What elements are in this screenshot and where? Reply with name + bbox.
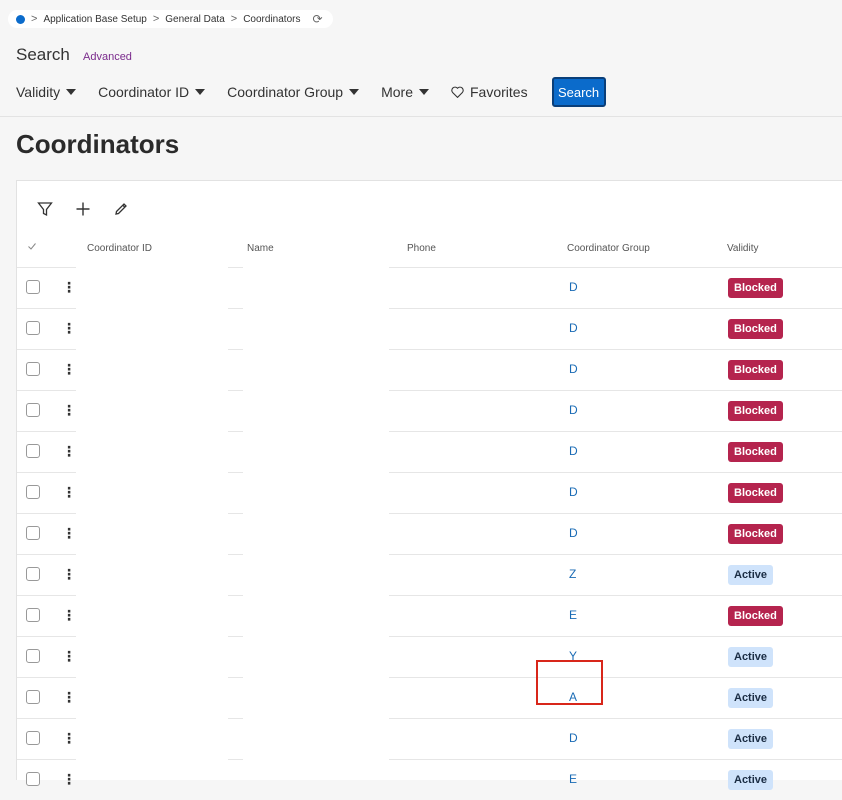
favorites-button[interactable]: Favorites — [451, 84, 528, 100]
select-all-checkmark-icon[interactable] — [27, 241, 37, 254]
highlight-box — [536, 660, 603, 705]
coordinator-group-link[interactable]: D — [569, 362, 578, 376]
validity-badge: Blocked — [728, 360, 783, 380]
row-checkbox[interactable] — [26, 280, 40, 294]
column-header-coordinator-group[interactable]: Coordinator Group — [567, 243, 650, 254]
row-checkbox[interactable] — [26, 567, 40, 581]
row-menu-icon[interactable]: ⋮ — [62, 361, 76, 377]
filter-label: Coordinator Group — [227, 84, 344, 100]
breadcrumb: > Application Base Setup > General Data … — [8, 10, 333, 28]
filter-more[interactable]: More — [381, 84, 429, 100]
validity-badge: Active — [728, 565, 774, 585]
row-checkbox[interactable] — [26, 526, 40, 540]
validity-badge: Blocked — [728, 483, 783, 503]
validity-badge: Blocked — [728, 442, 783, 462]
caret-down-icon — [66, 89, 77, 95]
chevron-right-icon: > — [152, 13, 160, 25]
chevron-right-icon: > — [31, 13, 38, 25]
coordinator-group-link[interactable]: D — [569, 444, 578, 458]
page-title: Coordinators — [16, 129, 180, 159]
breadcrumb-item-application-base-setup[interactable]: Application Base Setup — [43, 14, 146, 25]
validity-badge: Active — [728, 729, 774, 749]
redaction-block — [76, 264, 228, 779]
heart-icon — [451, 86, 464, 98]
divider — [0, 116, 842, 117]
validity-badge: Active — [728, 688, 774, 708]
filter-label: Coordinator ID — [98, 84, 190, 100]
home-icon[interactable] — [16, 14, 25, 24]
coordinator-group-link[interactable]: D — [569, 321, 578, 335]
coordinator-group-link[interactable]: D — [569, 280, 578, 294]
filter-label: More — [381, 84, 413, 100]
refresh-icon[interactable]: ⟳ — [312, 12, 322, 26]
chevron-right-icon: > — [230, 13, 238, 25]
validity-badge: Active — [728, 770, 774, 790]
row-menu-icon[interactable]: ⋮ — [62, 607, 76, 623]
caret-down-icon — [195, 89, 206, 95]
validity-badge: Blocked — [728, 319, 783, 339]
row-checkbox[interactable] — [26, 444, 40, 458]
search-button[interactable]: Search — [551, 77, 606, 107]
row-menu-icon[interactable]: ⋮ — [62, 689, 76, 705]
row-menu-icon[interactable]: ⋮ — [62, 320, 76, 336]
column-header-name[interactable]: Name — [247, 243, 274, 254]
add-icon[interactable] — [73, 199, 93, 219]
caret-down-icon — [419, 89, 429, 95]
row-menu-icon[interactable]: ⋮ — [62, 566, 76, 582]
coordinator-group-link[interactable]: D — [569, 731, 578, 745]
filter-coordinator-group[interactable]: Coordinator Group — [227, 84, 360, 100]
column-header-coordinator-id[interactable]: Coordinator ID — [87, 243, 152, 254]
column-header-phone[interactable]: Phone — [407, 243, 436, 254]
row-menu-icon[interactable]: ⋮ — [62, 279, 76, 295]
row-checkbox[interactable] — [26, 690, 40, 704]
search-title: Search — [16, 45, 70, 64]
row-checkbox[interactable] — [26, 362, 40, 376]
filter-validity[interactable]: Validity — [16, 84, 77, 100]
filter-label: Validity — [16, 84, 61, 100]
caret-down-icon — [349, 89, 360, 95]
filter-coordinator-id[interactable]: Coordinator ID — [98, 84, 206, 100]
row-checkbox[interactable] — [26, 608, 40, 622]
coordinator-group-link[interactable]: D — [569, 485, 578, 499]
row-menu-icon[interactable]: ⋮ — [62, 443, 76, 459]
coordinator-group-link[interactable]: E — [569, 608, 577, 622]
coordinator-group-link[interactable]: D — [569, 403, 578, 417]
row-checkbox[interactable] — [26, 731, 40, 745]
filter-icon[interactable] — [35, 199, 55, 219]
validity-badge: Active — [728, 647, 774, 667]
table-toolbar — [35, 199, 131, 219]
validity-badge: Blocked — [728, 278, 783, 298]
favorites-label: Favorites — [470, 84, 528, 100]
table-header: Coordinator ID Name Phone Coordinator Gr… — [17, 239, 842, 267]
redaction-block — [243, 266, 389, 779]
row-menu-icon[interactable]: ⋮ — [62, 730, 76, 746]
row-checkbox[interactable] — [26, 772, 40, 786]
validity-badge: Blocked — [728, 401, 783, 421]
breadcrumb-item-coordinators[interactable]: Coordinators — [243, 14, 300, 25]
breadcrumb-item-general-data[interactable]: General Data — [165, 14, 224, 25]
filter-bar: Validity Coordinator ID Coordinator Grou… — [16, 76, 606, 108]
row-menu-icon[interactable]: ⋮ — [62, 648, 76, 664]
row-menu-icon[interactable]: ⋮ — [62, 402, 76, 418]
coordinator-group-link[interactable]: E — [569, 772, 577, 786]
row-menu-icon[interactable]: ⋮ — [62, 771, 76, 787]
row-checkbox[interactable] — [26, 649, 40, 663]
validity-badge: Blocked — [728, 524, 783, 544]
column-header-validity[interactable]: Validity — [727, 243, 759, 254]
row-checkbox[interactable] — [26, 485, 40, 499]
edit-icon[interactable] — [111, 199, 131, 219]
row-menu-icon[interactable]: ⋮ — [62, 525, 76, 541]
row-checkbox[interactable] — [26, 403, 40, 417]
validity-badge: Blocked — [728, 606, 783, 626]
coordinator-group-link[interactable]: Z — [569, 567, 576, 581]
advanced-search-link[interactable]: Advanced — [83, 51, 132, 63]
coordinator-group-link[interactable]: D — [569, 526, 578, 540]
row-menu-icon[interactable]: ⋮ — [62, 484, 76, 500]
row-checkbox[interactable] — [26, 321, 40, 335]
